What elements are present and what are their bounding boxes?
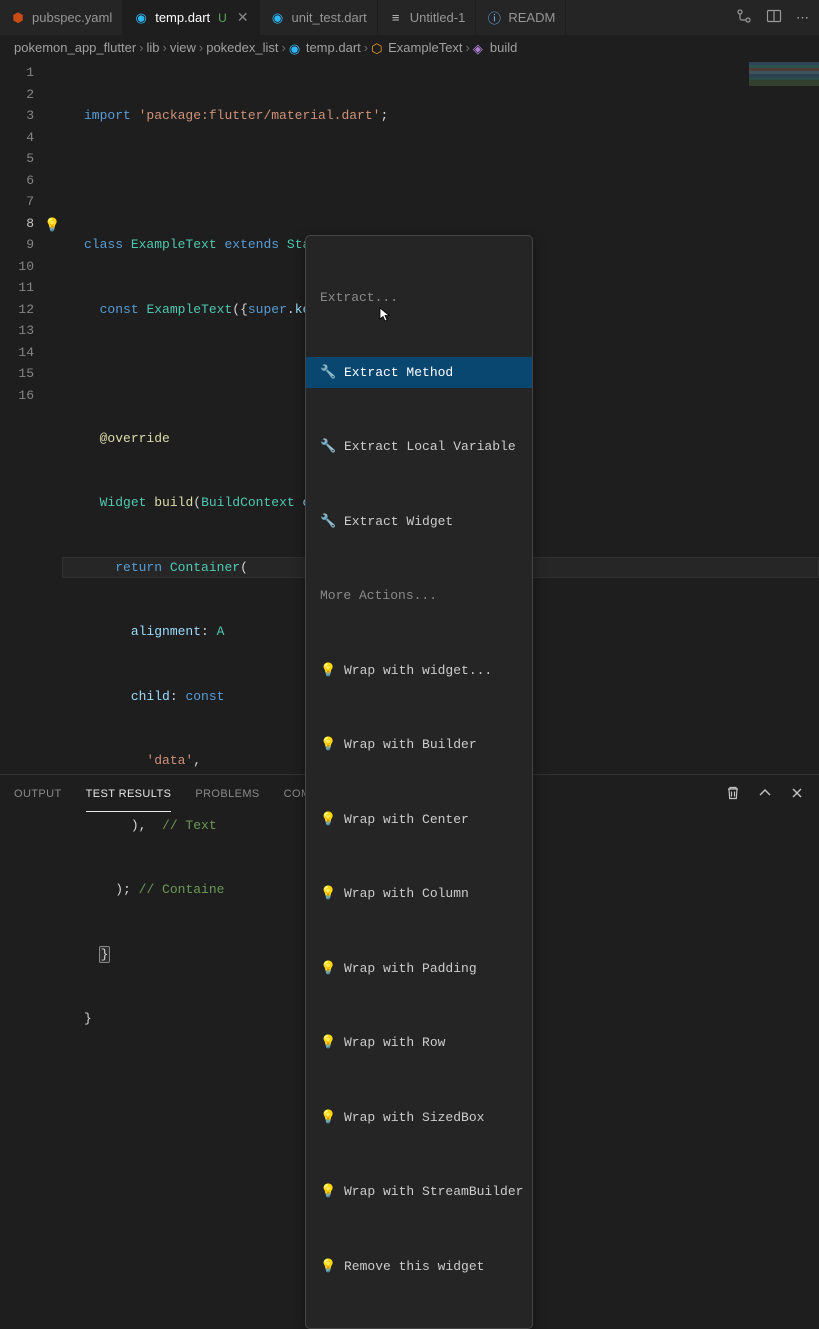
tab-label: temp.dart xyxy=(155,10,210,25)
tab-label: Untitled-1 xyxy=(410,10,466,25)
menu-item-wrap-center[interactable]: 💡Wrap with Center xyxy=(306,804,532,836)
tab-label: unit_test.dart xyxy=(292,10,367,25)
menu-item-wrap-row[interactable]: 💡Wrap with Row xyxy=(306,1027,532,1059)
lightbulb-icon: 💡 xyxy=(320,734,336,756)
close-icon[interactable]: ✕ xyxy=(237,9,249,26)
lightbulb-icon: 💡 xyxy=(320,809,336,831)
wrench-icon: 🔧 xyxy=(320,436,336,458)
crumb-file: ◉temp.dart xyxy=(289,40,361,55)
more-icon[interactable]: ⋯ xyxy=(796,10,809,26)
lightbulb-icon[interactable]: 💡 xyxy=(44,215,60,237)
minimap[interactable] xyxy=(749,62,819,86)
tab-unit-test[interactable]: ◉ unit_test.dart xyxy=(260,0,378,35)
breadcrumb[interactable]: pokemon_app_flutter › lib › view › poked… xyxy=(0,35,819,60)
compare-icon[interactable] xyxy=(736,8,752,27)
wrench-icon: 🔧 xyxy=(320,511,336,533)
lightbulb-icon: 💡 xyxy=(320,883,336,905)
dart-icon: ◉ xyxy=(133,10,149,26)
dart-icon: ◉ xyxy=(270,10,286,26)
tab-readme[interactable]: ⓘ READM xyxy=(476,0,566,35)
crumb-project: pokemon_app_flutter xyxy=(14,40,136,55)
split-editor-icon[interactable] xyxy=(766,8,782,27)
menu-item-extract-widget[interactable]: 🔧 Extract Widget xyxy=(306,506,532,538)
editor[interactable]: 1 2 3 4 5 6 7 8💡 9 10 11 12 13 14 15 16 … xyxy=(0,60,819,774)
crumb-method: ◈build xyxy=(473,40,517,55)
tab-actions: ⋯ xyxy=(726,0,819,35)
file-icon: ≡ xyxy=(388,10,404,26)
wrench-icon: 🔧 xyxy=(320,362,336,384)
code-actions-menu: Extract... 🔧 Extract Method 🔧 Extract Lo… xyxy=(305,235,533,1329)
crumb-folder: lib xyxy=(147,40,160,55)
menu-item-wrap-sizedbox[interactable]: 💡Wrap with SizedBox xyxy=(306,1102,532,1134)
menu-section-header: Extract... xyxy=(306,282,532,314)
class-icon: ⬡ xyxy=(371,41,385,55)
info-icon: ⓘ xyxy=(486,10,502,26)
tab-untitled[interactable]: ≡ Untitled-1 xyxy=(378,0,477,35)
lightbulb-icon: 💡 xyxy=(320,1181,336,1203)
crumb-folder: view xyxy=(170,40,196,55)
tab-label: pubspec.yaml xyxy=(32,10,112,25)
menu-item-wrap-builder[interactable]: 💡Wrap with Builder xyxy=(306,729,532,761)
method-icon: ◈ xyxy=(473,41,487,55)
menu-item-remove-widget[interactable]: 💡Remove this widget xyxy=(306,1251,532,1283)
line-number-gutter: 1 2 3 4 5 6 7 8💡 9 10 11 12 13 14 15 16 xyxy=(0,60,62,774)
lightbulb-icon: 💡 xyxy=(320,1032,336,1054)
code-area[interactable]: import 'package:flutter/material.dart'; … xyxy=(62,60,819,774)
menu-item-wrap-streambuilder[interactable]: 💡Wrap with StreamBuilder xyxy=(306,1176,532,1208)
lightbulb-icon: 💡 xyxy=(320,660,336,682)
lightbulb-icon: 💡 xyxy=(320,1107,336,1129)
menu-item-wrap-padding[interactable]: 💡Wrap with Padding xyxy=(306,953,532,985)
tab-label: READM xyxy=(508,10,555,25)
lightbulb-icon: 💡 xyxy=(320,1256,336,1278)
tab-temp-dart[interactable]: ◉ temp.dart U ✕ xyxy=(123,0,259,35)
yaml-icon: ⬢ xyxy=(10,10,26,26)
crumb-class: ⬡ExampleText xyxy=(371,40,462,55)
menu-item-wrap-widget[interactable]: 💡Wrap with widget... xyxy=(306,655,532,687)
menu-item-wrap-column[interactable]: 💡Wrap with Column xyxy=(306,878,532,910)
tab-pubspec[interactable]: ⬢ pubspec.yaml xyxy=(0,0,123,35)
panel-tab-output[interactable]: OUTPUT xyxy=(14,777,62,811)
menu-item-extract-method[interactable]: 🔧 Extract Method xyxy=(306,357,532,389)
lightbulb-icon: 💡 xyxy=(320,958,336,980)
menu-item-extract-local-variable[interactable]: 🔧 Extract Local Variable xyxy=(306,431,532,463)
git-status: U xyxy=(218,11,227,25)
mouse-cursor-icon xyxy=(377,307,393,323)
dart-icon: ◉ xyxy=(289,41,303,55)
menu-section-header: More Actions... xyxy=(306,580,532,612)
crumb-folder: pokedex_list xyxy=(206,40,278,55)
tab-bar: ⬢ pubspec.yaml ◉ temp.dart U ✕ ◉ unit_te… xyxy=(0,0,819,35)
